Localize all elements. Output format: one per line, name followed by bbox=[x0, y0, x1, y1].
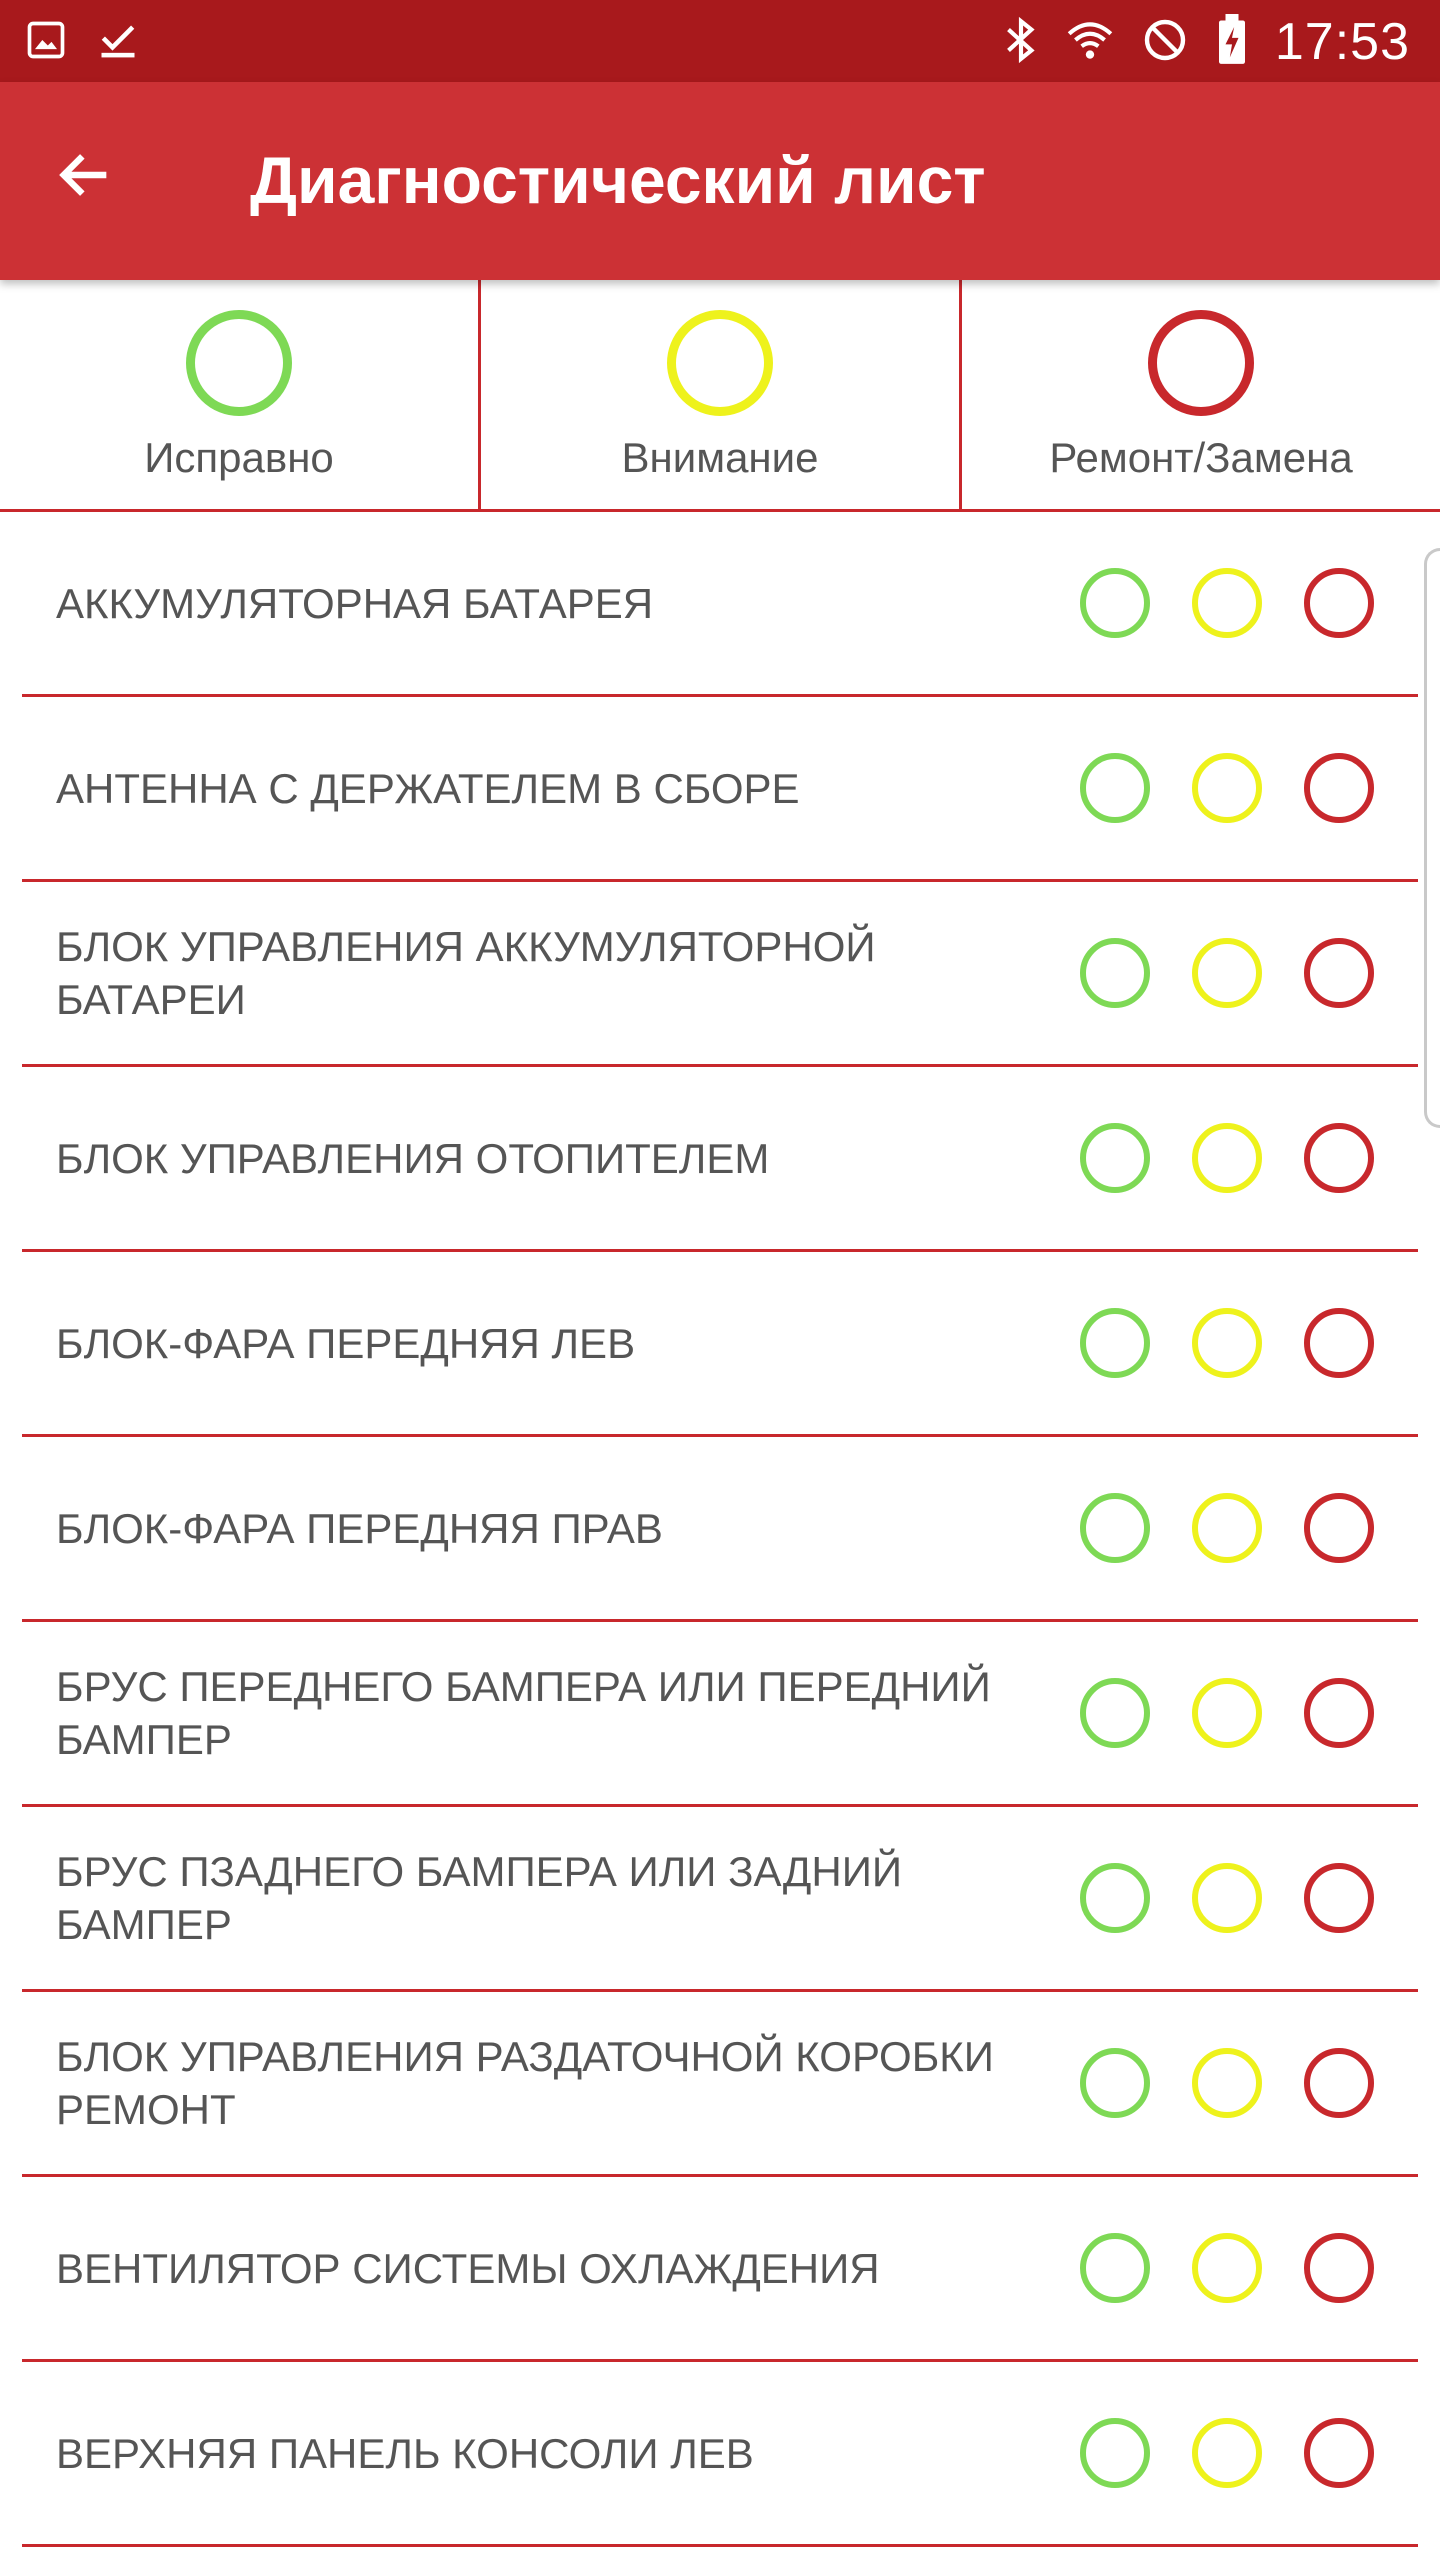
wifi-icon bbox=[1065, 15, 1115, 70]
arrow-back-icon bbox=[53, 143, 117, 212]
status-attention-radio[interactable] bbox=[1192, 938, 1262, 1008]
red-circle-icon bbox=[1148, 310, 1254, 416]
status-legend: Исправно Внимание Ремонт/Замена bbox=[0, 280, 1440, 512]
status-repair-radio[interactable] bbox=[1304, 1493, 1374, 1563]
status-good-radio[interactable] bbox=[1080, 2048, 1150, 2118]
status-repair-radio[interactable] bbox=[1304, 2233, 1374, 2303]
status-good-radio[interactable] bbox=[1080, 938, 1150, 1008]
list-item: АККУМУЛЯТОРНАЯ БАТАРЕЯ bbox=[22, 512, 1418, 697]
back-button[interactable] bbox=[40, 132, 130, 222]
status-repair-radio[interactable] bbox=[1304, 568, 1374, 638]
list-item: ВЕНТИЛЯТОР СИСТЕМЫ ОХЛАЖДЕНИЯ bbox=[22, 2177, 1418, 2362]
list-item: БЛОК УПРАВЛЕНИЯ АККУМУЛЯТОРНОЙ БАТАРЕИ bbox=[22, 882, 1418, 1067]
status-good-radio[interactable] bbox=[1080, 1308, 1150, 1378]
diagnostic-list: АККУМУЛЯТОРНАЯ БАТАРЕЯ АНТЕННА С ДЕРЖАТЕ… bbox=[0, 512, 1440, 2547]
status-attention-radio[interactable] bbox=[1192, 2418, 1262, 2488]
status-options bbox=[1080, 1067, 1374, 1249]
legend-repair: Ремонт/Замена bbox=[959, 280, 1440, 509]
list-item: АНТЕННА С ДЕРЖАТЕЛЕМ В СБОРЕ bbox=[22, 697, 1418, 882]
check-icon bbox=[96, 18, 140, 67]
app-bar: Диагностический лист bbox=[0, 82, 1440, 280]
legend-good: Исправно bbox=[0, 280, 478, 509]
status-good-radio[interactable] bbox=[1080, 2233, 1150, 2303]
status-options bbox=[1080, 1437, 1374, 1619]
status-repair-radio[interactable] bbox=[1304, 1863, 1374, 1933]
status-attention-radio[interactable] bbox=[1192, 1123, 1262, 1193]
status-attention-radio[interactable] bbox=[1192, 1863, 1262, 1933]
status-repair-radio[interactable] bbox=[1304, 753, 1374, 823]
list-item: БЛОК-ФАРА ПЕРЕДНЯЯ ЛЕВ bbox=[22, 1252, 1418, 1437]
status-attention-radio[interactable] bbox=[1192, 1308, 1262, 1378]
yellow-circle-icon bbox=[667, 310, 773, 416]
item-label: БЛОК-ФАРА ПЕРЕДНЯЯ ЛЕВ bbox=[56, 1319, 636, 1367]
status-repair-radio[interactable] bbox=[1304, 938, 1374, 1008]
status-options bbox=[1080, 2362, 1374, 2544]
list-item: БРУС ПЕРЕДНЕГО БАМПЕРА ИЛИ ПЕРЕДНИЙ БАМП… bbox=[22, 1622, 1418, 1807]
status-good-radio[interactable] bbox=[1080, 1123, 1150, 1193]
list-item: ВЕРХНЯЯ ПАНЕЛЬ КОНСОЛИ ЛЕВ bbox=[22, 2362, 1418, 2547]
list-item: БЛОК-ФАРА ПЕРЕДНЯЯ ПРАВ bbox=[22, 1437, 1418, 1622]
status-good-radio[interactable] bbox=[1080, 753, 1150, 823]
bluetooth-icon bbox=[1003, 15, 1039, 70]
status-bar: 17:53 bbox=[0, 0, 1440, 82]
status-options bbox=[1080, 512, 1374, 694]
item-label: ВЕРХНЯЯ ПАНЕЛЬ КОНСОЛИ ЛЕВ bbox=[56, 2429, 754, 2477]
status-good-radio[interactable] bbox=[1080, 2418, 1150, 2488]
status-right-icons: 17:53 bbox=[1003, 10, 1410, 74]
status-good-radio[interactable] bbox=[1080, 1493, 1150, 1563]
item-label: АНТЕННА С ДЕРЖАТЕЛЕМ В СБОРЕ bbox=[56, 764, 800, 812]
status-options bbox=[1080, 1992, 1374, 2174]
status-attention-radio[interactable] bbox=[1192, 2233, 1262, 2303]
status-repair-radio[interactable] bbox=[1304, 1678, 1374, 1748]
status-repair-radio[interactable] bbox=[1304, 1123, 1374, 1193]
legend-attention-label: Внимание bbox=[621, 434, 819, 481]
item-label: ВЕНТИЛЯТОР СИСТЕМЫ ОХЛАЖДЕНИЯ bbox=[56, 2244, 880, 2292]
do-not-disturb-icon bbox=[1141, 16, 1189, 69]
scrollbar[interactable] bbox=[1424, 548, 1440, 1128]
status-repair-radio[interactable] bbox=[1304, 1308, 1374, 1378]
legend-repair-label: Ремонт/Замена bbox=[1049, 434, 1353, 481]
status-options bbox=[1080, 1622, 1374, 1804]
status-attention-radio[interactable] bbox=[1192, 1493, 1262, 1563]
page-title: Диагностический лист bbox=[250, 143, 986, 217]
status-left-icons bbox=[24, 18, 140, 67]
status-attention-radio[interactable] bbox=[1192, 1678, 1262, 1748]
item-label: БЛОК УПРАВЛЕНИЯ РАЗДАТОЧНОЙ КОРОБКИ РЕМО… bbox=[56, 2033, 994, 2133]
legend-good-label: Исправно bbox=[144, 434, 334, 481]
list-item: БРУС ПЗАДНЕГО БАМПЕРА ИЛИ ЗАДНИЙ БАМПЕР bbox=[22, 1807, 1418, 1992]
item-label: АККУМУЛЯТОРНАЯ БАТАРЕЯ bbox=[56, 579, 654, 627]
status-attention-radio[interactable] bbox=[1192, 753, 1262, 823]
status-attention-radio[interactable] bbox=[1192, 568, 1262, 638]
status-good-radio[interactable] bbox=[1080, 1863, 1150, 1933]
status-options bbox=[1080, 1807, 1374, 1989]
status-options bbox=[1080, 697, 1374, 879]
status-options bbox=[1080, 1252, 1374, 1434]
battery-charging-icon bbox=[1215, 13, 1249, 71]
item-label: БЛОК УПРАВЛЕНИЯ ОТОПИТЕЛЕМ bbox=[56, 1134, 770, 1182]
list-item: БЛОК УПРАВЛЕНИЯ ОТОПИТЕЛЕМ bbox=[22, 1067, 1418, 1252]
image-icon bbox=[24, 18, 68, 67]
status-good-radio[interactable] bbox=[1080, 1678, 1150, 1748]
item-label: БЛОК-ФАРА ПЕРЕДНЯЯ ПРАВ bbox=[56, 1504, 663, 1552]
status-repair-radio[interactable] bbox=[1304, 2048, 1374, 2118]
status-options bbox=[1080, 2177, 1374, 2359]
status-options bbox=[1080, 882, 1374, 1064]
item-label: БРУС ПЕРЕДНЕГО БАМПЕРА ИЛИ ПЕРЕДНИЙ БАМП… bbox=[56, 1663, 991, 1763]
status-good-radio[interactable] bbox=[1080, 568, 1150, 638]
legend-attention: Внимание bbox=[478, 280, 959, 509]
status-repair-radio[interactable] bbox=[1304, 2418, 1374, 2488]
green-circle-icon bbox=[186, 310, 292, 416]
item-label: БРУС ПЗАДНЕГО БАМПЕРА ИЛИ ЗАДНИЙ БАМПЕР bbox=[56, 1848, 903, 1948]
status-attention-radio[interactable] bbox=[1192, 2048, 1262, 2118]
item-label: БЛОК УПРАВЛЕНИЯ АККУМУЛЯТОРНОЙ БАТАРЕИ bbox=[56, 923, 876, 1023]
status-time: 17:53 bbox=[1274, 13, 1410, 71]
list-item: БЛОК УПРАВЛЕНИЯ РАЗДАТОЧНОЙ КОРОБКИ РЕМО… bbox=[22, 1992, 1418, 2177]
